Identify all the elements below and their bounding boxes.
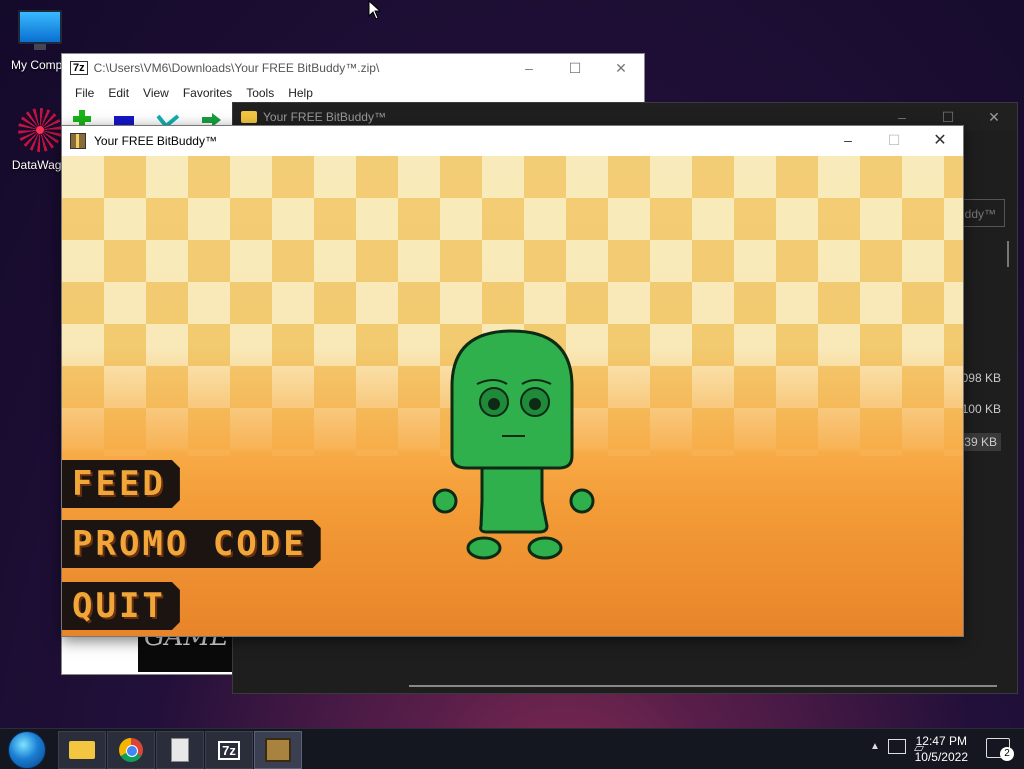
taskbar-7zip[interactable]: 7z <box>205 731 253 769</box>
maximize-button[interactable]: ☐ <box>552 54 598 82</box>
mouse-cursor-icon <box>368 0 382 20</box>
7zip-title: C:\Users\VM6\Downloads\Your FREE BitBudd… <box>93 61 380 75</box>
7zip-titlebar[interactable]: 7z C:\Users\VM6\Downloads\Your FREE BitB… <box>62 54 644 82</box>
close-button[interactable]: ✕ <box>917 126 963 154</box>
chrome-icon <box>119 738 143 762</box>
taskbar: 7z ▲ ▱ 12:47 PM 10/5/2022 2 <box>0 728 1024 769</box>
7zip-menubar: File Edit View Favorites Tools Help <box>62 82 644 104</box>
taskbar-archive[interactable] <box>156 731 204 769</box>
horizontal-scrollbar[interactable] <box>409 685 997 687</box>
bitbuddy-character-icon[interactable] <box>427 326 597 566</box>
feed-button[interactable]: FEED <box>62 460 180 508</box>
gift-icon <box>265 738 291 762</box>
folder-icon <box>241 111 257 123</box>
7zip-app-icon: 7z <box>70 61 88 75</box>
bitbuddy-titlebar[interactable]: Your FREE BitBuddy™ – ☐ ✕ <box>62 126 963 156</box>
menu-tools[interactable]: Tools <box>239 86 281 100</box>
explorer-title: Your FREE BitBuddy™ <box>263 110 386 124</box>
bitbuddy-window[interactable]: Your FREE BitBuddy™ – ☐ ✕ FEED PROMO COD… <box>61 125 964 637</box>
vertical-scrollbar[interactable] <box>1007 241 1009 267</box>
folder-icon <box>69 741 95 759</box>
network-icon[interactable] <box>888 739 906 754</box>
promo-code-button[interactable]: PROMO CODE <box>62 520 321 568</box>
taskbar-file-explorer[interactable] <box>58 731 106 769</box>
menu-favorites[interactable]: Favorites <box>176 86 239 100</box>
quit-button[interactable]: QUIT <box>62 582 180 630</box>
taskbar-chrome[interactable] <box>107 731 155 769</box>
close-button[interactable]: ✕ <box>971 103 1017 131</box>
minimize-button[interactable]: – <box>506 54 552 82</box>
show-hidden-icons-icon[interactable]: ▲ <box>870 741 880 752</box>
7zip-icon: 7z <box>218 740 240 760</box>
menu-edit[interactable]: Edit <box>101 86 136 100</box>
gift-icon <box>70 133 86 149</box>
system-tray: ▲ ▱ 12:47 PM 10/5/2022 2 <box>824 729 1024 769</box>
clock[interactable]: 12:47 PM 10/5/2022 <box>915 733 968 765</box>
menu-view[interactable]: View <box>136 86 176 100</box>
start-button[interactable] <box>8 731 46 769</box>
notification-count-badge: 2 <box>1000 747 1014 761</box>
bitbuddy-title: Your FREE BitBuddy™ <box>94 134 217 148</box>
datawagon-logo-icon <box>18 108 62 152</box>
clock-time: 12:47 PM <box>915 734 967 748</box>
minimize-button[interactable]: – <box>825 126 871 154</box>
maximize-button[interactable]: ☐ <box>871 126 917 154</box>
game-canvas[interactable]: FEED PROMO CODE QUIT <box>62 156 963 636</box>
menu-file[interactable]: File <box>68 86 101 100</box>
taskbar-bitbuddy[interactable] <box>254 731 302 769</box>
clock-date: 10/5/2022 <box>914 750 968 764</box>
menu-help[interactable]: Help <box>281 86 320 100</box>
archive-icon <box>171 738 189 762</box>
close-button[interactable]: ✕ <box>598 54 644 82</box>
